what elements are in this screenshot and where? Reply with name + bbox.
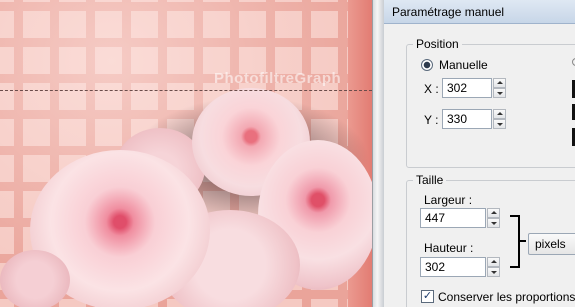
width-spinner[interactable] — [487, 208, 500, 228]
height-label: Hauteur : — [424, 241, 474, 255]
dialog-title: Paramétrage manuel — [392, 5, 505, 19]
dialog-titlebar[interactable]: Paramétrage manuel — [384, 0, 575, 24]
spin-down-icon[interactable] — [487, 218, 500, 228]
width-input[interactable] — [420, 208, 486, 228]
selection-marquee-line[interactable] — [0, 90, 372, 91]
x-position-input[interactable] — [442, 78, 492, 98]
link-bracket-tick — [520, 240, 526, 242]
spin-up-icon[interactable] — [487, 208, 500, 218]
spin-down-icon[interactable] — [493, 88, 506, 98]
rose-image — [0, 250, 70, 307]
width-label: Largeur : — [424, 193, 473, 207]
y-spinner[interactable] — [493, 109, 506, 129]
y-position-input[interactable] — [442, 109, 492, 129]
spin-up-icon[interactable] — [493, 109, 506, 119]
spin-up-icon[interactable] — [487, 257, 500, 267]
spin-down-icon[interactable] — [487, 267, 500, 277]
watermark-text: PhotofiltreGraph — [214, 70, 342, 87]
size-group-label: Taille — [413, 173, 447, 187]
unit-select[interactable]: pixels — [528, 233, 575, 255]
spin-up-icon[interactable] — [493, 78, 506, 88]
manual-settings-dialog: Paramétrage manuel Position Manuelle X :… — [384, 0, 575, 307]
radio-selected-icon[interactable] — [421, 59, 433, 71]
image-canvas[interactable]: PhotofiltreGraph — [0, 0, 372, 307]
y-label: Y : — [424, 113, 439, 127]
x-label: X : — [424, 82, 439, 96]
spin-down-icon[interactable] — [493, 119, 506, 129]
checkmark-icon[interactable]: ✓ — [421, 290, 434, 303]
height-spinner[interactable] — [487, 257, 500, 277]
height-input[interactable] — [420, 257, 486, 277]
window-splitter[interactable] — [372, 0, 384, 307]
manual-mode-label[interactable]: Manuelle — [439, 58, 488, 72]
link-bracket — [510, 215, 520, 268]
keep-proportions-label[interactable]: Conserver les proportions — [438, 290, 575, 304]
position-group-label: Position — [413, 37, 462, 51]
x-spinner[interactable] — [493, 78, 506, 98]
